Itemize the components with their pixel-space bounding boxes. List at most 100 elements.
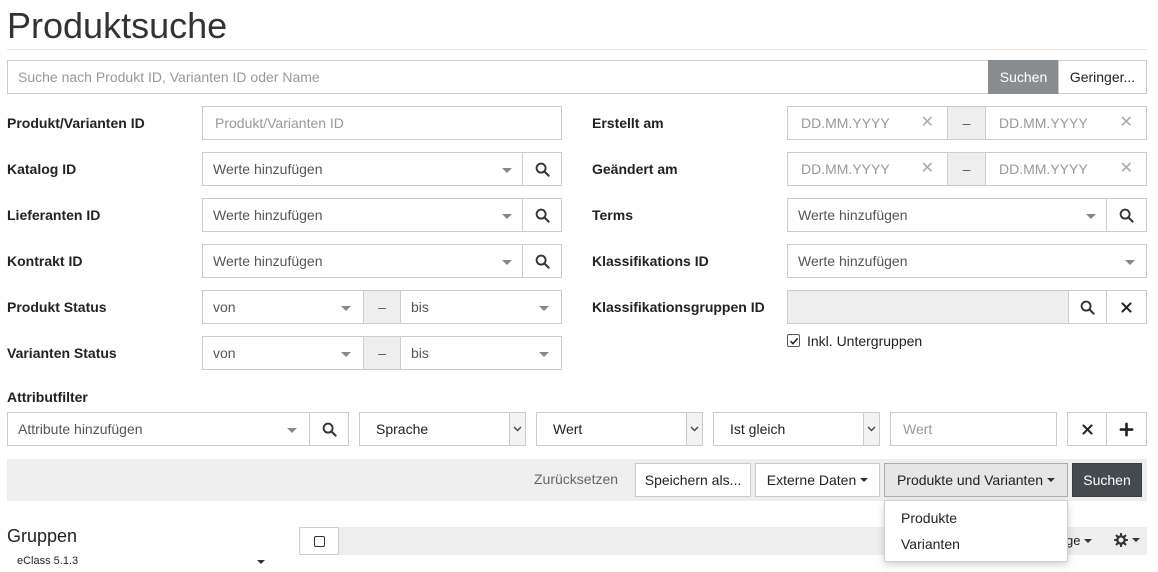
less-options-button[interactable]: Geringer...: [1058, 60, 1147, 94]
groups-select[interactable]: eClass 5.1.3: [7, 552, 270, 572]
varianten-status-from-select[interactable]: von: [202, 336, 364, 370]
katalog-id-search-button[interactable]: [522, 152, 562, 186]
varianten-status-separator: –: [363, 336, 401, 370]
page-title: Produktsuche: [7, 5, 228, 46]
geaendert-am-from-date[interactable]: DD.MM.YYYY ✕: [787, 152, 948, 186]
search-icon: [535, 162, 550, 177]
chevron-down-icon: [860, 478, 869, 482]
toolbar-search-button[interactable]: Suchen: [1072, 463, 1142, 497]
mode-dropdown[interactable]: Produkte und Varianten: [884, 463, 1068, 497]
katalog-id-select[interactable]: Werte hinzufügen: [202, 152, 523, 186]
external-data-dropdown[interactable]: Externe Daten: [755, 463, 880, 497]
search-icon: [322, 422, 337, 437]
language-select[interactable]: Sprache: [359, 412, 526, 446]
erstellt-am-separator: –: [947, 106, 986, 140]
value-select[interactable]: Wert: [536, 412, 703, 446]
settings-dropdown[interactable]: [1114, 533, 1140, 547]
varianten-status-to-value: bis: [411, 345, 429, 361]
varianten-status-to-select[interactable]: bis: [400, 336, 562, 370]
add-filter-button[interactable]: [1106, 412, 1147, 446]
language-value: Sprache: [376, 421, 429, 437]
close-icon[interactable]: ✕: [1120, 115, 1133, 131]
chevron-down-icon: [1132, 538, 1140, 542]
erstellt-am-label: Erstellt am: [592, 115, 664, 131]
produkt-varianten-id-input[interactable]: Produkt/Varianten ID: [202, 106, 562, 140]
results-view-dropdown[interactable]: ge: [1066, 533, 1093, 548]
reset-link[interactable]: Zurücksetzen: [534, 471, 618, 487]
operator-select[interactable]: Ist gleich: [713, 412, 880, 446]
chevron-down-icon: [539, 352, 549, 357]
lieferanten-id-search-button[interactable]: [522, 198, 562, 232]
geaendert-am-separator: –: [947, 152, 986, 186]
search-icon: [1080, 300, 1095, 315]
chevron-down-icon: [1047, 478, 1056, 482]
select-arrow: [863, 413, 879, 445]
kontrakt-id-select[interactable]: Werte hinzufügen: [202, 244, 523, 278]
produkt-status-to-value: bis: [411, 299, 429, 315]
mode-label: Produkte und Varianten: [896, 472, 1044, 488]
terms-select[interactable]: Werte hinzufügen: [787, 198, 1107, 232]
menu-item-produkte[interactable]: Produkte: [901, 510, 957, 526]
checkbox-icon: [313, 535, 325, 547]
produkt-status-to-select[interactable]: bis: [400, 290, 562, 324]
groups-title: Gruppen: [7, 526, 78, 546]
produkt-status-separator: –: [363, 290, 401, 324]
klassifikationsgruppen-search-button[interactable]: [1068, 290, 1107, 324]
erstellt-am-from-placeholder: DD.MM.YYYY: [801, 115, 890, 131]
terms-placeholder: Werte hinzufügen: [798, 207, 908, 223]
chevron-down-icon: [539, 306, 549, 311]
klassifikationsgruppen-clear-button[interactable]: [1106, 290, 1147, 324]
produkt-varianten-id-label: Produkt/Varianten ID: [7, 115, 145, 131]
terms-label: Terms: [592, 207, 633, 223]
external-data-label: Externe Daten: [766, 472, 857, 488]
chevron-down-icon: [1084, 538, 1093, 543]
klassifikations-id-select[interactable]: Werte hinzufügen: [787, 244, 1147, 278]
attribute-select[interactable]: Attribute hinzufügen: [7, 412, 310, 446]
geaendert-am-to-date[interactable]: DD.MM.YYYY ✕: [985, 152, 1147, 186]
klassifikations-id-placeholder: Werte hinzufügen: [798, 253, 908, 269]
attribute-value-placeholder: Wert: [903, 421, 933, 437]
chevron-down-icon: [690, 426, 699, 432]
kontrakt-id-search-button[interactable]: [522, 244, 562, 278]
search-icon: [535, 254, 550, 269]
value-select-value: Wert: [553, 421, 583, 437]
terms-search-button[interactable]: [1106, 198, 1147, 232]
lieferanten-id-select[interactable]: Werte hinzufügen: [202, 198, 523, 232]
chevron-down-icon: [502, 214, 512, 219]
select-arrow: [686, 413, 702, 445]
chevron-down-icon: [867, 426, 876, 432]
close-icon[interactable]: ✕: [1120, 161, 1133, 177]
close-icon[interactable]: ✕: [921, 161, 934, 177]
erstellt-am-from-date[interactable]: DD.MM.YYYY ✕: [787, 106, 948, 140]
produkt-status-from-value: von: [213, 299, 236, 315]
erstellt-am-to-date[interactable]: DD.MM.YYYY ✕: [985, 106, 1147, 140]
remove-filter-button[interactable]: [1067, 412, 1107, 446]
select-all-button[interactable]: [299, 527, 339, 555]
varianten-status-label: Varianten Status: [7, 345, 117, 361]
produkt-status-from-select[interactable]: von: [202, 290, 364, 324]
attributfilter-label: Attributfilter: [7, 389, 88, 405]
product-search-input[interactable]: Suche nach Produkt ID, Varianten ID oder…: [7, 60, 989, 94]
inkl-untergruppen-checkbox[interactable]: [787, 334, 800, 347]
chevron-down-icon: [341, 306, 351, 311]
chevron-down-icon: [502, 168, 512, 173]
select-arrow: [509, 413, 525, 445]
menu-item-varianten[interactable]: Varianten: [901, 536, 960, 552]
erstellt-am-to-placeholder: DD.MM.YYYY: [999, 115, 1088, 131]
kontrakt-id-placeholder: Werte hinzufügen: [213, 253, 323, 269]
groups-selected-value: eClass 5.1.3: [17, 555, 79, 567]
chevron-down-icon: [513, 426, 522, 432]
geaendert-am-to-placeholder: DD.MM.YYYY: [999, 161, 1088, 177]
geaendert-am-from-placeholder: DD.MM.YYYY: [801, 161, 890, 177]
save-as-button[interactable]: Speichern als...: [635, 463, 751, 497]
klassifikations-id-label: Klassifikations ID: [592, 253, 709, 269]
checkmark-icon: [789, 337, 798, 345]
chevron-down-icon: [1086, 214, 1096, 219]
chevron-down-icon: [257, 560, 265, 564]
lieferanten-id-placeholder: Werte hinzufügen: [213, 207, 323, 223]
attribute-value-input[interactable]: Wert: [890, 412, 1057, 446]
klassifikationsgruppen-id-input[interactable]: [787, 290, 1069, 324]
search-button[interactable]: Suchen: [988, 60, 1059, 94]
attribute-search-button[interactable]: [309, 412, 349, 446]
close-icon[interactable]: ✕: [921, 115, 934, 131]
